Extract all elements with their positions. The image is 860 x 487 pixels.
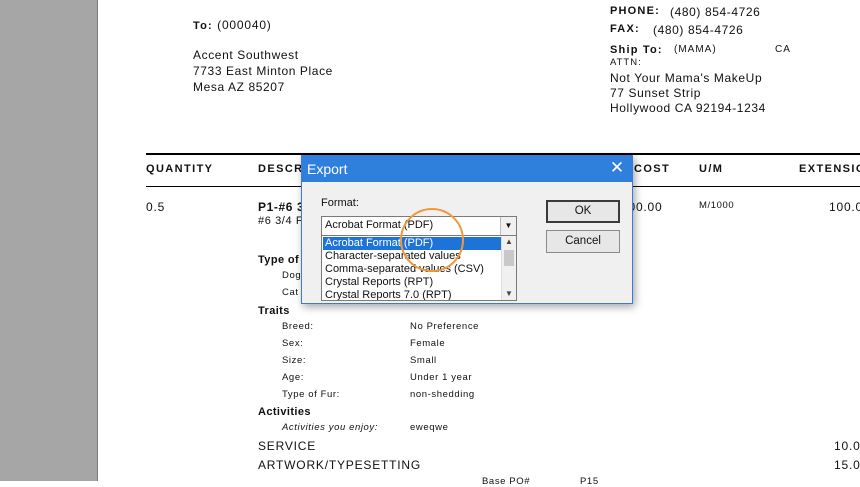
format-combobox-value: Acrobat Format (PDF): [325, 219, 434, 231]
ship-to-state: CA: [775, 44, 791, 55]
format-option-crystal-7-rpt[interactable]: Crystal Reports 7.0 (RPT): [323, 289, 503, 300]
traits-label: Traits: [258, 305, 290, 317]
trait-value: Small: [410, 355, 437, 366]
base-po-label: Base PO#: [482, 476, 531, 487]
activities-label: Activities: [258, 406, 311, 418]
attn-label: ATTN:: [610, 57, 642, 68]
trait-key: Age:: [282, 372, 304, 383]
row-extension: 100.00: [829, 200, 860, 214]
ship-to-label: Ship To:: [610, 44, 663, 56]
row-um: M/1000: [699, 200, 735, 211]
format-option-pdf[interactable]: Acrobat Format (PDF): [323, 237, 503, 250]
row-desc-line-2: #6 3/4 F: [258, 215, 304, 227]
dialog-title: Export: [307, 161, 348, 177]
ship-to-code: (MAMA): [674, 44, 717, 55]
activities-key: Activities you enjoy:: [282, 422, 379, 433]
trait-key: Breed:: [282, 321, 314, 332]
to-label: To: (000040): [193, 18, 272, 32]
to-code: (000040): [217, 18, 272, 32]
ship-address-line-3: Hollywood CA 92194-1234: [610, 101, 766, 115]
scroll-up-icon[interactable]: ▲: [502, 236, 516, 248]
phone-value: (480) 854-4726: [670, 5, 761, 19]
header-description: DESCR: [258, 163, 304, 175]
type-of-item-dog: Dog: [282, 270, 302, 281]
trait-key: Type of Fur:: [282, 389, 340, 400]
format-option-csv[interactable]: Comma-separated values (CSV): [323, 263, 503, 276]
service-amount: 10.00: [834, 439, 860, 453]
trait-key: Size:: [282, 355, 307, 366]
trait-value: non-shedding: [410, 389, 475, 400]
trait-value: Under 1 year: [410, 372, 473, 383]
trait-value: Female: [410, 338, 446, 349]
header-cost: COST: [634, 163, 671, 175]
to-address-line-2: 7733 East Minton Place: [193, 64, 333, 78]
viewer-background: [0, 0, 98, 481]
format-option-character-separated[interactable]: Character-separated values: [323, 250, 503, 263]
header-um: U/M: [699, 163, 724, 175]
type-of-label: Type of: [258, 254, 300, 266]
header-extension: EXTENSIO: [799, 163, 860, 175]
artwork-label: ARTWORK/TYPESETTING: [258, 458, 421, 472]
ship-address-line-1: Not Your Mama's MakeUp: [610, 71, 763, 85]
export-dialog: Export ✕ Format: Acrobat Format (PDF) ▼ …: [301, 155, 633, 304]
ship-address-line-2: 77 Sunset Strip: [610, 86, 702, 100]
phone-label: PHONE:: [610, 5, 660, 17]
list-scrollbar[interactable]: ▲ ▼: [501, 236, 516, 300]
activities-value: eweqwe: [410, 422, 449, 433]
base-po-value: P15: [580, 476, 599, 487]
cancel-button[interactable]: Cancel: [546, 230, 620, 253]
close-icon[interactable]: ✕: [608, 158, 626, 178]
format-label: Format:: [321, 197, 359, 209]
dialog-title-bar[interactable]: Export ✕: [302, 156, 632, 182]
to-address-line-3: Mesa AZ 85207: [193, 80, 285, 94]
chevron-down-icon[interactable]: ▼: [500, 217, 516, 235]
format-dropdown-list[interactable]: Acrobat Format (PDF) Character-separated…: [321, 235, 517, 301]
artwork-amount: 15.00: [834, 458, 860, 472]
row-desc-line-1: P1-#6 3: [258, 200, 305, 214]
type-of-item-cat: Cat: [282, 287, 299, 298]
trait-key: Sex:: [282, 338, 304, 349]
format-option-crystal-rpt[interactable]: Crystal Reports (RPT): [323, 276, 503, 289]
row-quantity: 0.5: [146, 200, 166, 214]
trait-value: No Preference: [410, 321, 480, 332]
to-label-text: To:: [193, 20, 213, 32]
scroll-down-icon[interactable]: ▼: [502, 288, 516, 300]
fax-label: FAX:: [610, 23, 640, 35]
fax-value: (480) 854-4726: [653, 23, 744, 37]
ok-button[interactable]: OK: [546, 200, 620, 223]
service-label: SERVICE: [258, 439, 317, 453]
scroll-thumb[interactable]: [504, 250, 514, 266]
header-quantity: QUANTITY: [146, 163, 214, 175]
to-address-line-1: Accent Southwest: [193, 48, 299, 62]
format-combobox[interactable]: Acrobat Format (PDF) ▼: [321, 216, 517, 236]
